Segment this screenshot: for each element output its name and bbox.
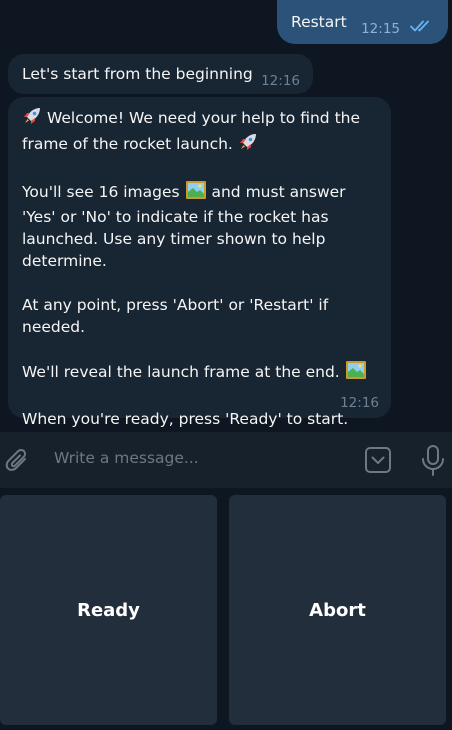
images-text-before: You'll see 16 images [22, 183, 180, 201]
rocket-emoji-icon [22, 106, 42, 132]
picture-emoji-icon [185, 180, 207, 206]
ready-paragraph: When you're ready, press 'Ready' to star… [22, 408, 379, 430]
ready-button[interactable]: Ready [0, 495, 217, 725]
outgoing-message[interactable]: Restart 12:15 [277, 0, 448, 44]
abort-button-label: Abort [309, 599, 366, 621]
welcome-paragraph: Welcome! We need your help to find the f… [22, 106, 379, 158]
message-time: 12:16 [261, 73, 300, 89]
welcome-text: Welcome! We need your help to find the f… [22, 109, 361, 153]
reveal-paragraph: We'll reveal the launch frame at the end… [22, 360, 379, 386]
chat-area: Restart 12:15 Let's start from the begin… [0, 0, 452, 432]
message-text: Let's start from the beginning [22, 65, 253, 83]
microphone-icon[interactable] [420, 444, 446, 478]
ready-text: When you're ready, press 'Ready' to star… [22, 410, 349, 428]
message-composer: Write a message... [0, 432, 452, 488]
images-paragraph: You'll see 16 images and must answer 'Ye… [22, 180, 379, 272]
keyboard-toggle-icon[interactable] [364, 446, 392, 474]
abort-paragraph: At any point, press 'Abort' or 'Restart'… [22, 294, 379, 338]
reply-keyboard: Ready Abort [0, 488, 452, 730]
rocket-emoji-icon [238, 132, 258, 158]
picture-emoji-icon [345, 360, 367, 386]
message-time: 12:16 [340, 395, 379, 411]
incoming-message[interactable]: Let's start from the beginning 12:16 [8, 54, 313, 94]
abort-text: At any point, press 'Abort' or 'Restart'… [22, 296, 329, 336]
read-checkmarks-icon [410, 20, 429, 32]
paperclip-icon[interactable] [5, 447, 31, 475]
reveal-text: We'll reveal the launch frame at the end… [22, 363, 340, 381]
message-text: Restart [291, 13, 347, 31]
incoming-instructions-message[interactable]: Welcome! We need your help to find the f… [8, 97, 391, 428]
message-input[interactable]: Write a message... [54, 449, 199, 467]
ready-button-label: Ready [77, 599, 140, 621]
abort-button[interactable]: Abort [229, 495, 446, 725]
message-time: 12:15 [361, 21, 400, 37]
